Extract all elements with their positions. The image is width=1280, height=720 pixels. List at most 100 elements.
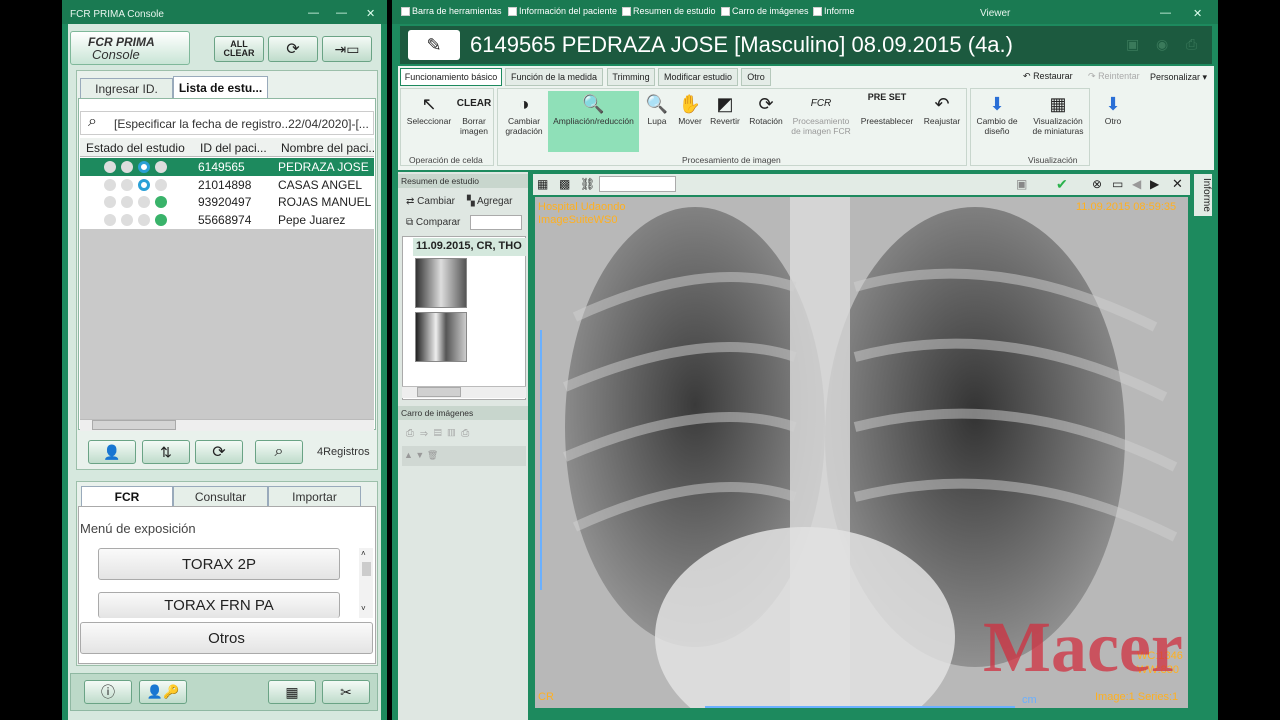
tool-cambiar-gradacion[interactable]: ◑ Cambiar gradación (499, 92, 549, 152)
refresh-list-button[interactable]: ⟳ (195, 440, 243, 464)
table-row[interactable]: 21014898 CASAS ANGEL (80, 176, 374, 194)
menu-item-torax-2p[interactable]: TORAX 2P (98, 548, 340, 580)
tool-miniaturas[interactable]: ▦ Visualización de miniaturas (1028, 92, 1088, 152)
close-icon[interactable]: ✕ (1193, 7, 1202, 20)
tool-seleccionar[interactable]: ↖ Seleccionar (404, 92, 454, 152)
study-item[interactable]: 11.09.2015, CR, THO (413, 238, 526, 256)
tools-icon: ✂ (340, 683, 352, 700)
check-study-summary[interactable]: Resumen de estudio (622, 6, 716, 17)
table-row[interactable]: 55668974 Pepe Juarez (80, 211, 374, 229)
viewport-select[interactable] (599, 176, 676, 192)
preset-icon: PRE SET (867, 92, 907, 102)
tab-funcionamiento-basico[interactable]: Funcionamiento básico (400, 68, 502, 86)
check-image-cart[interactable]: Carro de imágenes (721, 6, 809, 17)
scroll-up-icon[interactable]: ˄ (361, 549, 366, 558)
check-patient-info[interactable]: Información del paciente (508, 6, 617, 17)
status-dot (138, 214, 150, 226)
minimize-icon[interactable]: — (1160, 7, 1171, 19)
sort-button[interactable]: ⇅ (142, 440, 190, 464)
tab-modificar-estudio[interactable]: Modificar estudio (658, 68, 738, 86)
tab-funcion-medida[interactable]: Función de la medida (505, 68, 603, 86)
scrollbar-thumb[interactable] (92, 420, 176, 430)
tool-cambio-diseno[interactable]: ⬇ Cambio de diseño (972, 92, 1022, 152)
tools-button[interactable]: ✂ (322, 680, 370, 704)
tool-borrar-imagen[interactable]: CLEAR Borrar imagen (449, 92, 499, 152)
patient-card-icon[interactable]: ✎ (408, 30, 460, 60)
cart-arrow-icons[interactable]: ▲ ▼ 🗑 (404, 450, 438, 461)
close-viewport-icon[interactable]: ✕ (1172, 176, 1183, 192)
patient-button[interactable]: 👤 (88, 440, 136, 464)
restore-icon[interactable]: — (336, 7, 347, 19)
settings-icon[interactable]: ⊗ (1092, 177, 1102, 191)
printer-icon[interactable]: ⎙ (1186, 36, 1197, 53)
next-icon[interactable]: ▶ (1150, 177, 1159, 191)
cd-icon[interactable]: ▣ (1126, 36, 1139, 53)
tab-trimming[interactable]: Trimming (607, 68, 655, 86)
col-estado[interactable]: Estado del estudio (86, 141, 185, 155)
reintentar-button[interactable]: ↷ Reintentar (1088, 71, 1140, 82)
col-id[interactable]: ID del paci... (200, 141, 267, 155)
tool-reajustar[interactable]: ↶ Reajustar (917, 92, 967, 152)
grid-icon[interactable]: ▦ (537, 177, 548, 191)
restaurar-button[interactable]: ↶ Restaurar (1023, 71, 1073, 82)
comparar-button[interactable]: ⧉ Comparar (406, 217, 460, 228)
check-icon[interactable]: ✔ (1056, 176, 1068, 193)
disc-icon[interactable]: ◉ (1156, 36, 1168, 53)
table-button[interactable]: ▦ (268, 680, 316, 704)
save-icon[interactable]: ▣ (1016, 177, 1027, 191)
more-icon: ⬇ (1105, 94, 1121, 114)
info-button[interactable]: ⓘ (84, 680, 132, 704)
check-informe[interactable]: Informe (813, 6, 855, 17)
tab-importar[interactable]: Importar (268, 486, 361, 506)
tab-ingresar-id[interactable]: Ingresar ID. (80, 78, 173, 98)
table-row[interactable]: 93920497 ROJAS MANUEL (80, 193, 374, 211)
all-clear-button[interactable]: ALL CLEAR (214, 36, 264, 62)
col-nombre[interactable]: Nombre del paci... (281, 141, 374, 155)
window-icon[interactable]: ▭ (1112, 177, 1123, 191)
table-row[interactable]: 6149565 PEDRAZA JOSE (80, 158, 374, 176)
horizontal-ruler (705, 706, 1015, 708)
tool-otro[interactable]: ⬇ Otro (1093, 92, 1133, 152)
series-icon[interactable]: ▩ (559, 177, 570, 191)
study-thumbnail-lateral[interactable] (415, 258, 467, 308)
thumbnail-scroll-thumb[interactable] (417, 387, 461, 397)
personalizar-dropdown[interactable]: Personalizar ▾ (1150, 72, 1207, 83)
overlay-cm: cm (1022, 694, 1037, 706)
cambiar-button[interactable]: ⇄ Cambiar (406, 196, 455, 207)
tool-ampliacion[interactable]: 🔍 Ampliación/reducción (550, 92, 637, 152)
link-icon[interactable]: ⛓ (580, 177, 595, 191)
otros-button[interactable]: Otros (80, 622, 373, 654)
tool-procesamiento-fcr[interactable]: FCR Procesamiento de imagen FCR (788, 92, 854, 152)
agregar-button[interactable]: ▚ Agregar (467, 196, 513, 207)
prev-icon[interactable]: ◀ (1132, 177, 1141, 191)
switch-window-button[interactable]: ⇥▭ (322, 36, 372, 62)
tool-rotacion[interactable]: ⟳ Rotación (741, 92, 791, 152)
tab-lista-estudios[interactable]: Lista de estu... (173, 76, 268, 98)
refresh-button[interactable]: ⟳ (268, 36, 318, 62)
status-dot (121, 214, 133, 226)
monitor-icon: ⇥▭ (334, 40, 360, 57)
informe-tab[interactable]: Informe (1194, 174, 1212, 216)
user-settings-button[interactable]: 👤🔑 (139, 680, 187, 704)
date-filter-text: [Especificar la fecha de registro..22/04… (114, 117, 369, 131)
table-icon: ▦ (285, 683, 299, 700)
menu-item-torax-frn-pa[interactable]: TORAX FRN PA (98, 592, 340, 618)
menu-scroll-thumb[interactable] (362, 562, 371, 576)
cart-toolbar-icons[interactable]: ⎙⇒▤▥⎙ (406, 428, 475, 439)
status-dot (121, 196, 133, 208)
row-name: ROJAS MANUEL (278, 195, 372, 209)
close-icon[interactable]: ✕ (366, 7, 375, 20)
tab-otro[interactable]: Otro (741, 68, 771, 86)
search-button[interactable]: ⌕ (255, 440, 303, 464)
overlay-image-series: Image:1 Series:1 (1095, 691, 1179, 703)
study-thumbnail-pa[interactable] (415, 312, 467, 362)
scroll-down-icon[interactable]: ˅ (361, 604, 366, 613)
check-toolbar[interactable]: Barra de herramientas (401, 6, 502, 17)
tab-fcr[interactable]: FCR (81, 486, 173, 507)
tab-consultar[interactable]: Consultar (173, 486, 268, 506)
compare-select[interactable] (470, 215, 522, 230)
tool-preestablecer[interactable]: PRE SET Preestablecer (858, 92, 916, 152)
user-icon: 👤 (103, 443, 121, 460)
minimize-icon[interactable]: — (308, 7, 319, 19)
status-dot (155, 179, 167, 191)
